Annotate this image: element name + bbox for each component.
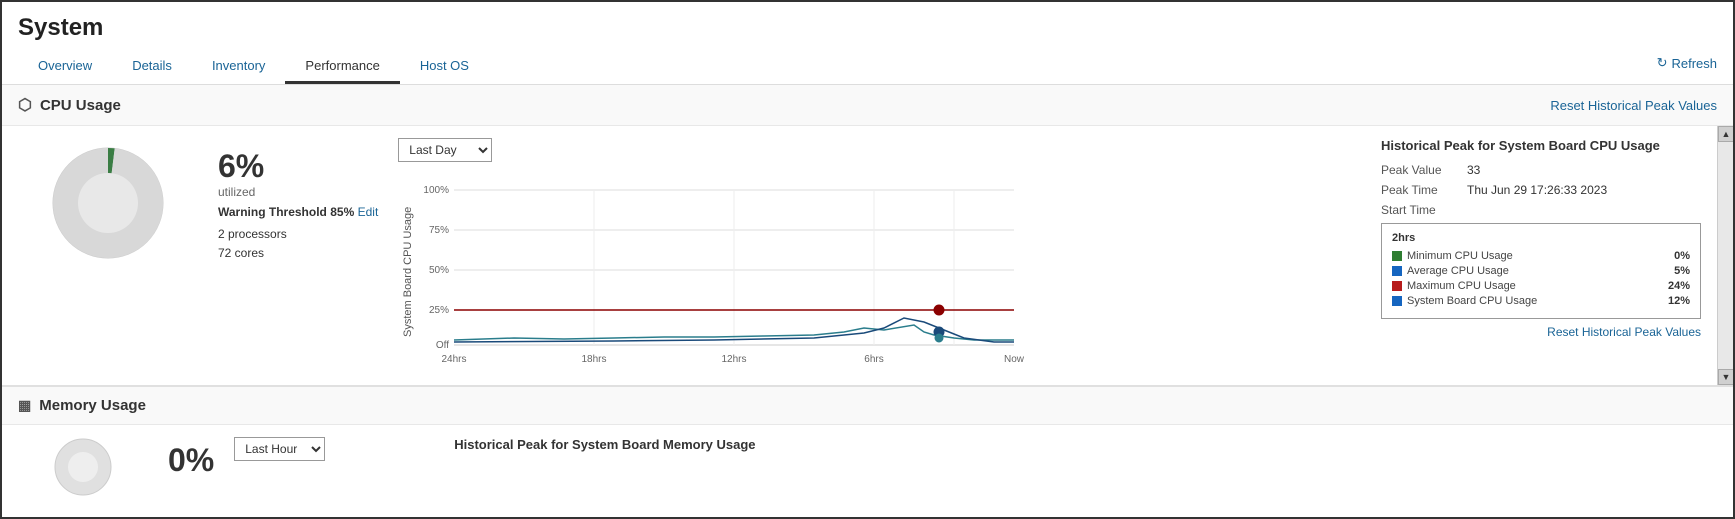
cpu-tooltip-avg-label: Average CPU Usage — [1392, 265, 1509, 277]
scrollbar: ▲ ▼ — [1717, 126, 1733, 385]
sys-color-dot — [1392, 296, 1402, 306]
cpu-time-range-select[interactable]: Last Hour Last Day Last Week Last Month — [398, 138, 492, 162]
cpu-warning-edit-link[interactable]: Edit — [358, 205, 379, 219]
cpu-historical-panel: Historical Peak for System Board CPU Usa… — [1381, 138, 1701, 339]
tab-hostos[interactable]: Host OS — [400, 50, 489, 84]
cpu-chart-area: Last Hour Last Day Last Week Last Month … — [398, 138, 1361, 373]
cpu-chart-wrapper: System Board CPU Usage — [398, 170, 1361, 373]
cpu-usage-percent: 6% — [218, 148, 378, 185]
reset-historical-peak-link[interactable]: Reset Historical Peak Values — [1550, 98, 1717, 113]
cpu-tooltip-max-text: Maximum CPU Usage — [1407, 280, 1516, 292]
memory-time-range-select[interactable]: Last Hour Last Day Last Week — [234, 437, 325, 461]
memory-title-text: Memory Usage — [39, 397, 146, 414]
cpu-peak-time-row: Peak Time Thu Jun 29 17:26:33 2023 — [1381, 183, 1701, 197]
cpu-tooltip-row-min: Minimum CPU Usage 0% — [1392, 250, 1690, 262]
cpu-tooltip-row-avg: Average CPU Usage 5% — [1392, 265, 1690, 277]
memory-section: ▦ Memory Usage 0% Last Hour Last Day Las… — [2, 385, 1733, 512]
memory-chart-placeholder: Last Hour Last Day Last Week — [234, 437, 434, 461]
svg-text:24hrs: 24hrs — [442, 354, 467, 365]
memory-usage-percent: 0% — [168, 442, 214, 479]
min-color-dot — [1392, 251, 1402, 261]
page-title: System — [18, 14, 1717, 42]
cpu-processors: 2 processors — [218, 225, 378, 244]
cpu-pie-chart — [43, 138, 173, 268]
memory-stats: 0% — [168, 437, 214, 479]
cpu-tooltip-sys-label: System Board CPU Usage — [1392, 295, 1537, 307]
cpu-icon: ⬡ — [18, 95, 32, 115]
cpu-peak-time-value: Thu Jun 29 17:26:33 2023 — [1467, 183, 1607, 197]
memory-section-title: ▦ Memory Usage — [18, 397, 146, 414]
svg-text:6hrs: 6hrs — [865, 354, 884, 365]
avg-color-dot — [1392, 266, 1402, 276]
tabs-container: Overview Details Inventory Performance H… — [18, 50, 489, 84]
svg-text:18hrs: 18hrs — [582, 354, 607, 365]
cpu-tooltip-min-label: Minimum CPU Usage — [1392, 250, 1513, 262]
tab-performance[interactable]: Performance — [285, 50, 399, 84]
cpu-title-text: CPU Usage — [40, 97, 121, 114]
cpu-tooltip-row-max: Maximum CPU Usage 24% — [1392, 280, 1690, 292]
cpu-tooltip-max-val: 24% — [1668, 280, 1690, 292]
cpu-y-axis-label: System Board CPU Usage — [398, 170, 414, 373]
cpu-tooltip-min-val: 0% — [1674, 250, 1690, 262]
memory-section-header: ▦ Memory Usage — [2, 387, 1733, 425]
cpu-chart-svg: 100% 75% 50% 25% Off 24hrs 18hrs 12hrs 6… — [414, 170, 1034, 370]
cpu-content-area: 6% utilized Warning Threshold 85% Edit 2… — [2, 126, 1717, 385]
cpu-proc-info: 2 processors 72 cores — [218, 225, 378, 263]
cpu-historical-title: Historical Peak for System Board CPU Usa… — [1381, 138, 1701, 153]
svg-text:25%: 25% — [429, 305, 449, 316]
cpu-tooltip-max-label: Maximum CPU Usage — [1392, 280, 1516, 292]
cpu-peak-value-row: Peak Value 33 — [1381, 163, 1701, 177]
memory-icon: ▦ — [18, 397, 31, 414]
system-page: System Overview Details Inventory Perfor… — [0, 0, 1735, 519]
cpu-section-header: ⬡ CPU Usage Reset Historical Peak Values — [2, 85, 1733, 126]
scroll-down-button[interactable]: ▼ — [1718, 369, 1734, 385]
memory-placeholder-chart — [18, 437, 148, 500]
cpu-chart-svg-container: 100% 75% 50% 25% Off 24hrs 18hrs 12hrs 6… — [414, 170, 1361, 373]
cpu-warning-line: Warning Threshold 85% Edit — [218, 205, 378, 219]
cpu-stats: 6% utilized Warning Threshold 85% Edit 2… — [218, 138, 378, 263]
svg-text:12hrs: 12hrs — [722, 354, 747, 365]
cpu-tooltip-row-sys: System Board CPU Usage 12% — [1392, 295, 1690, 307]
cpu-tooltip-title: 2hrs — [1392, 232, 1690, 244]
svg-text:100%: 100% — [424, 185, 450, 196]
tab-inventory[interactable]: Inventory — [192, 50, 285, 84]
cpu-tooltip-sys-val: 12% — [1668, 295, 1690, 307]
cpu-reset-bottom-link[interactable]: Reset Historical Peak Values — [1381, 325, 1701, 339]
cpu-peak-time-label: Peak Time — [1381, 183, 1461, 197]
cpu-start-time-label: Start Time — [1381, 203, 1461, 217]
cpu-chart-controls: Last Hour Last Day Last Week Last Month — [398, 138, 1361, 162]
tab-details[interactable]: Details — [112, 50, 192, 84]
svg-text:Now: Now — [1004, 354, 1025, 365]
memory-pie-placeholder — [18, 437, 148, 497]
cpu-tooltip-box: 2hrs Minimum CPU Usage 0% Average CPU Us… — [1381, 223, 1701, 319]
svg-text:Off: Off — [436, 340, 449, 351]
cpu-warning-text: Warning Threshold 85% — [218, 205, 354, 219]
cpu-peak-value: 33 — [1467, 163, 1480, 177]
cpu-tooltip-min-text: Minimum CPU Usage — [1407, 250, 1513, 262]
tabs-row: Overview Details Inventory Performance H… — [18, 50, 1717, 84]
svg-text:50%: 50% — [429, 265, 449, 276]
cpu-section-title: ⬡ CPU Usage — [18, 95, 121, 115]
refresh-icon: ↻ — [1657, 55, 1668, 71]
cpu-tooltip-sys-text: System Board CPU Usage — [1407, 295, 1537, 307]
cpu-peak-value-label: Peak Value — [1381, 163, 1461, 177]
cpu-pie-area — [18, 138, 198, 268]
max-color-dot — [1392, 281, 1402, 291]
cpu-utilized-label: utilized — [218, 185, 378, 199]
cpu-start-time-row: Start Time — [1381, 203, 1701, 217]
memory-content: 0% Last Hour Last Day Last Week Historic… — [2, 425, 1733, 512]
refresh-label: Refresh — [1671, 56, 1717, 71]
tab-overview[interactable]: Overview — [18, 50, 112, 84]
memory-historical-title: Historical Peak for System Board Memory … — [454, 437, 755, 452]
svg-text:75%: 75% — [429, 225, 449, 236]
scroll-up-button[interactable]: ▲ — [1718, 126, 1734, 142]
cpu-tooltip-avg-val: 5% — [1674, 265, 1690, 277]
memory-historical-panel: Historical Peak for System Board Memory … — [454, 437, 755, 462]
cpu-cores: 72 cores — [218, 244, 378, 263]
page-header: System Overview Details Inventory Perfor… — [2, 2, 1733, 85]
cpu-tooltip-avg-text: Average CPU Usage — [1407, 265, 1509, 277]
refresh-button[interactable]: ↻ Refresh — [1657, 55, 1717, 79]
